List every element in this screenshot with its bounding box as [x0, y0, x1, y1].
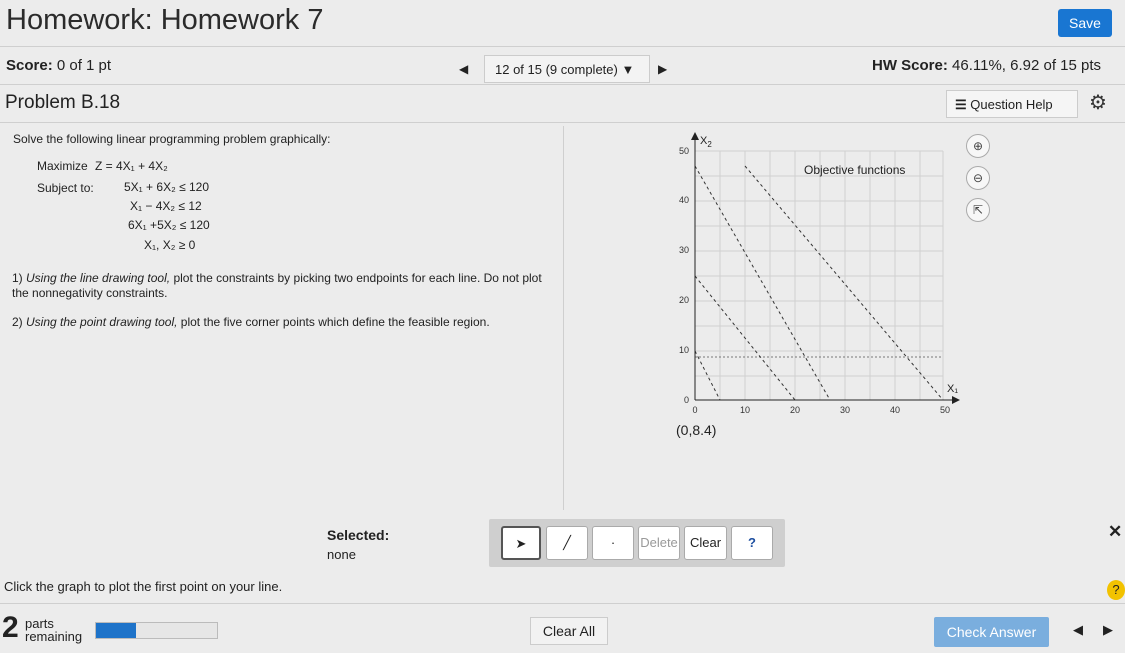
previous-arrow-icon[interactable]: ◀: [1073, 622, 1083, 638]
instruction-step-2: 2) Using the point drawing tool, plot th…: [12, 315, 490, 329]
clear-all-button[interactable]: Clear All: [530, 617, 608, 645]
y-axis-label: X2: [700, 135, 712, 149]
y-axis-arrow-icon: [691, 132, 699, 140]
score: Score: 0 of 1 pt: [6, 57, 112, 74]
save-button[interactable]: Save: [1058, 9, 1112, 37]
x-axis-label: X₁: [947, 383, 958, 395]
y-tick-label: 0: [684, 395, 689, 405]
cursor-coordinate: (0,8.4): [676, 422, 717, 438]
help-question-icon[interactable]: ?: [1107, 580, 1125, 600]
panel-divider: [563, 126, 564, 510]
selected-label: Selected:: [327, 527, 390, 543]
y-tick-label: 30: [679, 245, 689, 255]
constraint: 6X₁ +5X₂ ≤ 120: [128, 218, 210, 232]
settings-gear-icon[interactable]: ⚙: [1089, 90, 1107, 115]
pointer-tool-button[interactable]: ➤: [501, 526, 541, 560]
check-answer-button[interactable]: Check Answer: [934, 617, 1049, 647]
parts-count: 2: [2, 611, 19, 644]
constraint: 5X₁ + 6X₂ ≤ 120: [124, 180, 210, 194]
selected-value: none: [327, 547, 356, 562]
hw-score: HW Score: 46.11%, 6.92 of 15 pts: [872, 57, 1102, 74]
graph-canvas[interactable]: 0 10 20 30 40 50 0 10 20 30 40 50 X₁ X2 …: [670, 130, 970, 420]
close-icon[interactable]: ✕: [1108, 522, 1122, 542]
line-tool-button[interactable]: ╱: [546, 526, 588, 560]
x-tick-label: 0: [692, 405, 697, 415]
divider: [0, 122, 1125, 123]
x-tick-label: 40: [890, 405, 900, 415]
x-tick-label: 50: [940, 405, 950, 415]
point-tool-button[interactable]: ·: [592, 526, 634, 560]
zoom-out-icon[interactable]: ⊖: [966, 166, 990, 190]
problem-title: Problem B.18: [5, 92, 121, 113]
instruction-step-1: 1) Using the line drawing tool, plot the…: [12, 271, 542, 300]
y-tick-label: 10: [679, 345, 689, 355]
instruction-hint: Click the graph to plot the first point …: [4, 579, 283, 594]
divider: [0, 84, 1125, 85]
list-icon: ☰: [955, 97, 967, 112]
drawing-toolbar: ➤ ╱ · Delete Clear ?: [489, 519, 785, 567]
objective-functions-label: Objective functions: [804, 163, 905, 177]
objective-function: Z = 4X₁ + 4X₂: [95, 159, 168, 173]
question-selector[interactable]: 12 of 15 (9 complete) ▼: [484, 55, 650, 83]
expand-graph-icon[interactable]: ⇱: [966, 198, 990, 222]
line-draw-icon: ╱: [563, 535, 571, 550]
x-axis-arrow-icon: [952, 396, 960, 404]
progress-bar: [95, 622, 218, 639]
homework-title: Homework: Homework 7: [6, 4, 324, 36]
tool-help-button[interactable]: ?: [731, 526, 773, 560]
clear-button[interactable]: Clear: [684, 526, 727, 560]
divider: [0, 603, 1125, 604]
previous-question-icon[interactable]: ◀: [459, 62, 468, 76]
y-tick-label: 50: [679, 146, 689, 156]
y-tick-label: 20: [679, 295, 689, 305]
constraint: X₁ − 4X₂ ≤ 12: [130, 199, 202, 213]
x-tick-label: 10: [740, 405, 750, 415]
subject-to-label: Subject to:: [37, 181, 94, 195]
progress-fill: [96, 623, 136, 638]
x-tick-label: 20: [790, 405, 800, 415]
zoom-in-icon[interactable]: ⊕: [966, 134, 990, 158]
grid: [695, 150, 944, 400]
maximize-label: Maximize: [37, 159, 88, 173]
dropdown-icon: ▼: [621, 62, 635, 77]
x-tick-label: 30: [840, 405, 850, 415]
constraint: X₁, X₂ ≥ 0: [144, 238, 196, 252]
y-tick-label: 40: [679, 195, 689, 205]
question-intro: Solve the following linear programming p…: [13, 132, 331, 146]
point-icon: ·: [610, 535, 616, 550]
next-arrow-icon[interactable]: ▶: [1103, 622, 1113, 638]
delete-button[interactable]: Delete: [638, 526, 680, 560]
parts-remaining-label: parts remaining: [25, 616, 83, 644]
cursor-arrow-icon: ➤: [515, 536, 527, 551]
divider: [0, 46, 1125, 47]
question-help-button[interactable]: ☰ Question Help: [946, 90, 1078, 118]
next-question-icon[interactable]: ▶: [658, 62, 667, 76]
